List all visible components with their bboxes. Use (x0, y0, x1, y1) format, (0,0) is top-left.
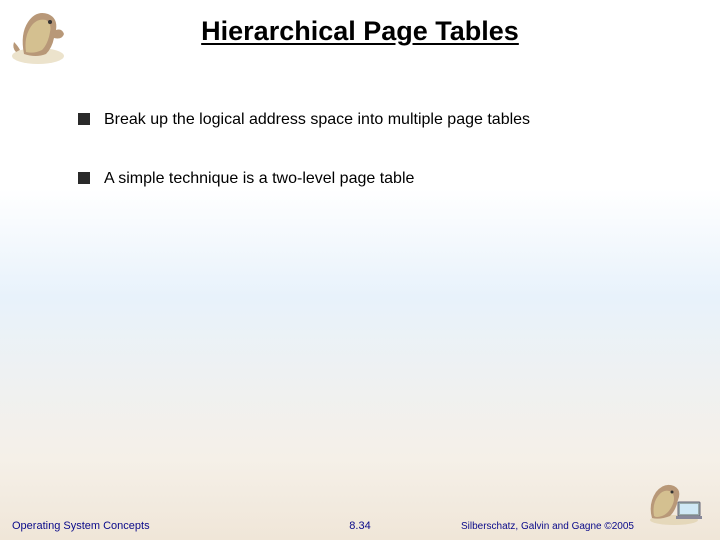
bullet-item: Break up the logical address space into … (78, 110, 680, 131)
slide-footer: Operating System Concepts 8.34 Silbersch… (0, 512, 720, 532)
slide-content: Break up the logical address space into … (78, 110, 680, 228)
bullet-square-icon (78, 172, 90, 184)
footer-book-title: Operating System Concepts (12, 520, 150, 532)
slide: Hierarchical Page Tables Break up the lo… (0, 0, 720, 540)
footer-page-number: 8.34 (349, 520, 370, 532)
footer-copyright: Silberschatz, Galvin and Gagne ©2005 (461, 521, 634, 532)
bullet-item: A simple technique is a two-level page t… (78, 169, 680, 190)
slide-title: Hierarchical Page Tables (0, 16, 720, 47)
bullet-text: A simple technique is a two-level page t… (104, 169, 414, 190)
bullet-text: Break up the logical address space into … (104, 110, 530, 131)
bullet-square-icon (78, 113, 90, 125)
